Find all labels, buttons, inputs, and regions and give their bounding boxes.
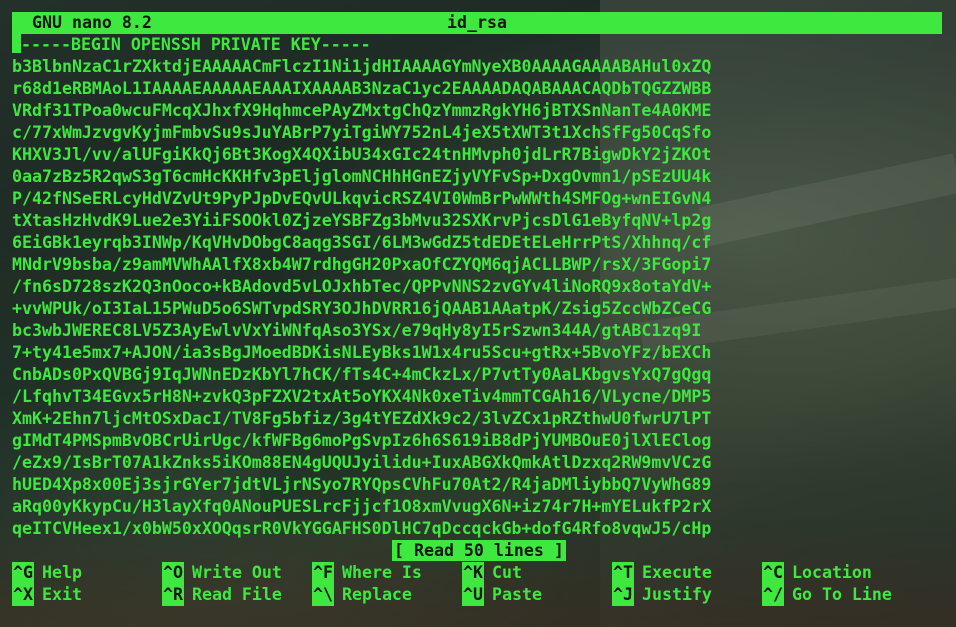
editor-line[interactable]: 7+ty41e5mx7+AJON/ia3sBgJMoedBDKisNLEyBks… <box>12 342 718 364</box>
status-message: [ Read 50 lines ] <box>392 540 566 561</box>
editor-line[interactable]: c/77xWmJzvgvKyjmFmbvSu9sJuYABrP7yiTgiWY7… <box>12 122 718 144</box>
editor-line[interactable]: 6EiGBk1eyrqb3INWp/KqVHvDObgC8aqg3SGI/6LM… <box>12 232 718 254</box>
shortcut-label: Read File <box>191 585 282 604</box>
shortcut-key: ^\ <box>312 584 334 606</box>
shortcut-key: ^G <box>12 562 34 584</box>
shortcut-label: Cut <box>491 563 522 582</box>
shortcut-replace[interactable]: ^\ Replace <box>312 584 412 606</box>
editor-line[interactable]: -----BEGIN OPENSSH PRIVATE KEY----- <box>12 34 718 56</box>
nano-title-bar: GNU nano 8.2 id_rsa <box>12 12 942 34</box>
shortcut-label: Write Out <box>191 563 282 582</box>
shortcut-write-out[interactable]: ^O Write Out <box>162 562 282 584</box>
editor-line[interactable]: +vvWPUk/oI3IaL15PWuD5o6SWTvpdSRY3OJhDVRR… <box>12 298 718 320</box>
editor-line[interactable]: b3BlbnNzaC1rZXktdjEAAAAACmFlczI1Ni1jdHIA… <box>12 56 718 78</box>
shortcut-label: Help <box>41 563 82 582</box>
shortcut-key: ^J <box>612 584 634 606</box>
shortcut-go-to-line[interactable]: ^/ Go To Line <box>762 584 892 606</box>
shortcut-label: Replace <box>341 585 412 604</box>
editor-line[interactable]: XmK+2Ehn7ljcMtOSxDacI/TV8Fg5bfiz/3g4tYEZ… <box>12 408 718 430</box>
shortcut-label: Where Is <box>341 563 422 582</box>
shortcut-paste[interactable]: ^U Paste <box>462 584 542 606</box>
shortcut-key: ^X <box>12 584 34 606</box>
editor-line[interactable]: qeITCVHeex1/x0bW50xXOQqsrR0VkYGGAFHS0DlH… <box>12 518 718 540</box>
editor-line[interactable]: bc3wbJWEREC8LV5Z3AyEwlvVxYiWNfqAso3YSx/e… <box>12 320 718 342</box>
shortcut-key: ^T <box>612 562 634 584</box>
shortcut-exit[interactable]: ^X Exit <box>12 584 82 606</box>
editor-line[interactable]: P/42fNSeERLcyHdVZvUt9PyPJpDvEQvULkqvicRS… <box>12 188 718 210</box>
editor-line[interactable]: /LfqhvT34EGvx5rH8N+zvkQ3pFZXV2txAt5oYKX4… <box>12 386 718 408</box>
editor-line[interactable]: CnbADs0PxQVBGj9IqJWNnEDzKbYl7hCK/fTs4C+4… <box>12 364 718 386</box>
shortcut-label: Go To Line <box>791 585 892 604</box>
shortcut-key: ^/ <box>762 584 784 606</box>
shortcut-help-bar: ^G Help ^O Write Out ^F Where Is ^K Cut ^T Ex… <box>12 562 952 606</box>
shortcut-cut[interactable]: ^K Cut <box>462 562 522 584</box>
editor-line[interactable]: /eZx9/IsBrT07A1kZnks5iKOm88EN4gUQUJyilid… <box>12 452 718 474</box>
editor-line[interactable]: gIMdT4PMSpmBvOBCrUirUgc/kfWFBg6moPgSvpIz… <box>12 430 718 452</box>
wallpaper-beam <box>698 153 956 247</box>
editor-line[interactable]: 0aa7zBz5R2qwS3gT6cmHcKKHfv3pEljglomNCHhH… <box>12 166 718 188</box>
shortcut-location[interactable]: ^C Location <box>762 562 872 584</box>
shortcut-label: Exit <box>41 585 82 604</box>
shortcut-help[interactable]: ^G Help <box>12 562 82 584</box>
shortcut-justify[interactable]: ^J Justify <box>612 584 712 606</box>
editor-line[interactable]: VRdf31TPoa0wcuFMcqXJhxfX9HqhmcePAyZMxtgC… <box>12 100 718 122</box>
shortcut-label: Justify <box>641 585 712 604</box>
shortcut-key: ^C <box>762 562 784 584</box>
shortcut-read-file[interactable]: ^R Read File <box>162 584 282 606</box>
editor-line[interactable]: r68d1eRBMAoL1IAAAAEAAAAAEAAAIXAAAAB3NzaC… <box>12 78 718 100</box>
editor-text-area[interactable]: -----BEGIN OPENSSH PRIVATE KEY----- b3Bl… <box>12 34 718 544</box>
editor-line[interactable]: aRq00yKkypCu/H3layXfq0ANouPUESLrcFjjcf1O… <box>12 496 718 518</box>
shortcut-key: ^R <box>162 584 184 606</box>
shortcut-where-is[interactable]: ^F Where Is <box>312 562 422 584</box>
shortcut-label: Location <box>791 563 872 582</box>
editor-line-text: -----BEGIN OPENSSH PRIVATE KEY----- <box>21 35 371 54</box>
editor-line[interactable]: MNdrV9bsba/z9amMVWhAAlfX8xb4W7rdhgGH20Px… <box>12 254 718 276</box>
shortcut-key: ^K <box>462 562 484 584</box>
shortcut-execute[interactable]: ^T Execute <box>612 562 712 584</box>
shortcut-label: Paste <box>491 585 542 604</box>
editor-line[interactable]: hUED4Xp8x00Ej3sjrGYer7jdtVLjrNSyo7RYQpsC… <box>12 474 718 496</box>
text-cursor <box>12 34 21 53</box>
editor-line[interactable]: KHXV3Jl/vv/alUFgiKkQj6Bt3KogX4QXibU34xGI… <box>12 144 718 166</box>
open-filename: id_rsa <box>447 13 507 32</box>
shortcut-key: ^F <box>312 562 334 584</box>
editor-line[interactable]: tXtasHzHvdK9Lue2e3YiiFSOOkl0ZjzeYSBFZg3b… <box>12 210 718 232</box>
shortcut-key: ^O <box>162 562 184 584</box>
shortcut-key: ^U <box>462 584 484 606</box>
shortcut-label: Execute <box>641 563 712 582</box>
editor-line[interactable]: /fn6sD728szK2Q3nOoco+kBAdovd5vLOJxhbTec/… <box>12 276 718 298</box>
